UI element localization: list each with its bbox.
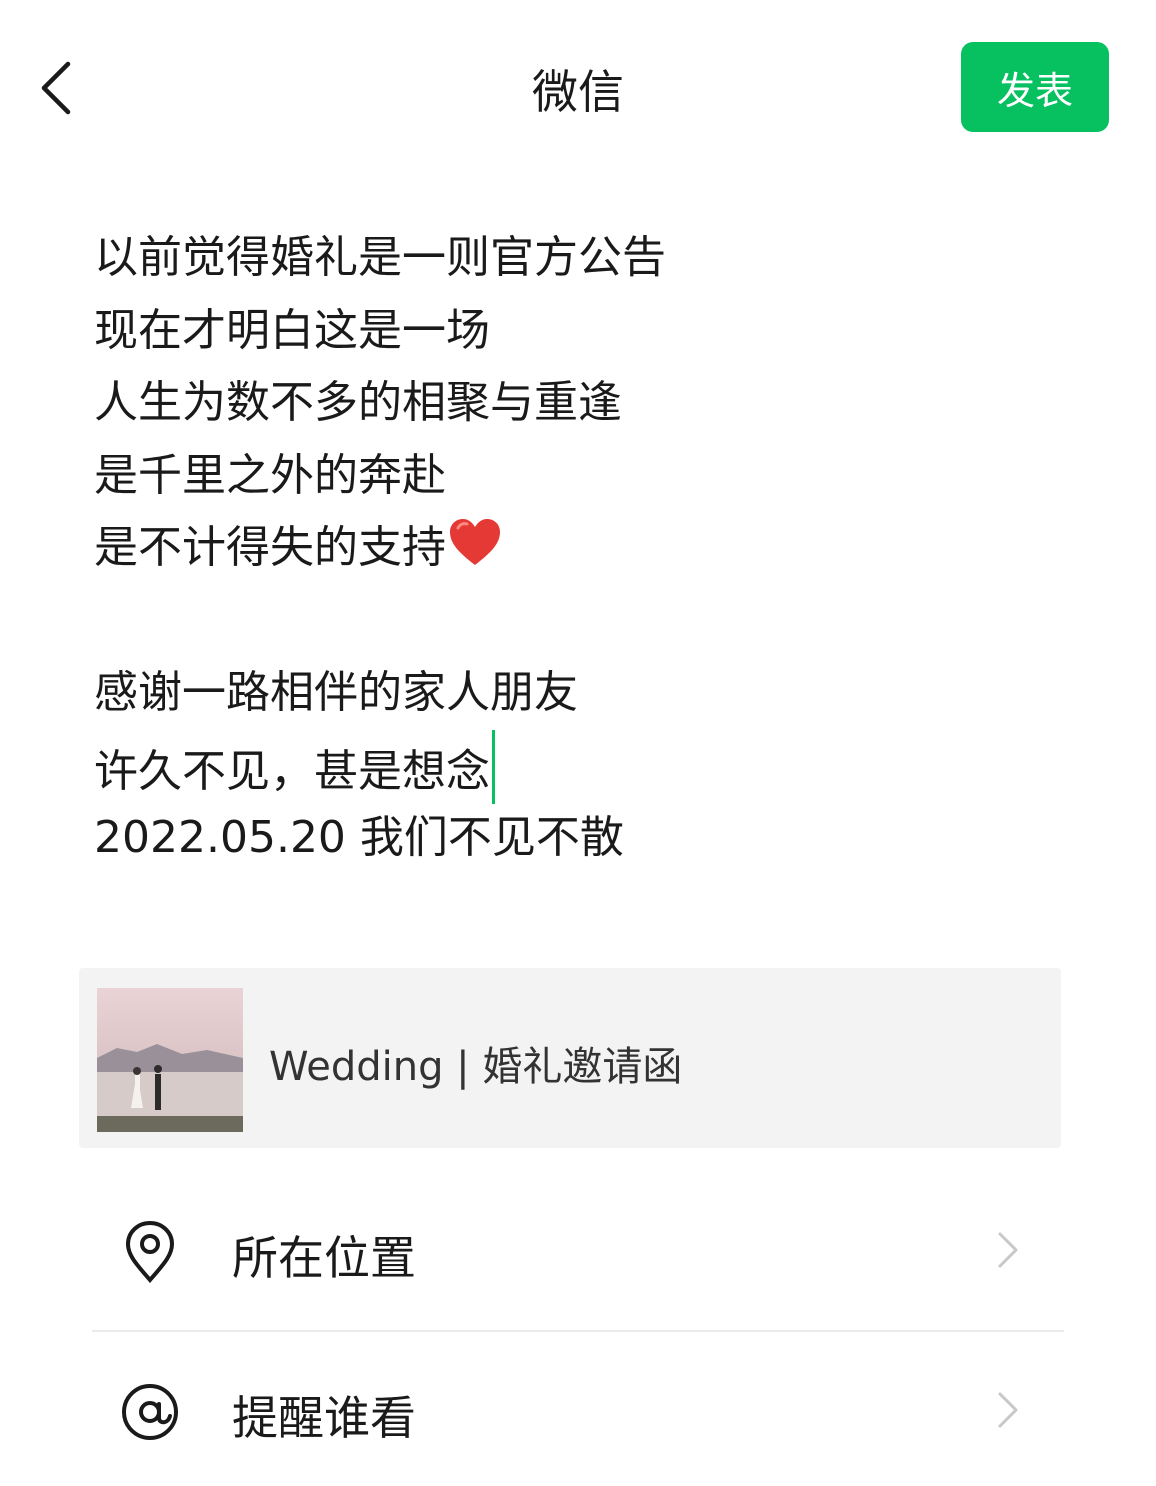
post-line: 以前觉得婚礼是一则官方公告 [94, 232, 666, 283]
post-line: 是千里之外的奔赴 [94, 449, 446, 501]
publish-button[interactable]: 发表 [961, 42, 1109, 132]
post-line: 感谢一路相伴的家人朋友 [94, 667, 578, 718]
location-row[interactable]: 所在位置 [92, 1176, 1064, 1326]
remind-who-row[interactable]: 提醒谁看 [92, 1336, 1064, 1486]
shared-link-card[interactable]: Wedding | 婚礼邀请函 [79, 968, 1061, 1148]
post-line: 2022.05.20 我们不见不散 [94, 812, 624, 863]
post-line-with-caret: 许久不见，甚是想念 [94, 729, 1074, 804]
location-pin-icon [125, 1220, 175, 1284]
link-card-title: Wedding | 婚礼邀请函 [269, 1044, 683, 1090]
top-nav-bar: 微信 发表 [0, 0, 1156, 180]
row-divider [92, 1330, 1064, 1332]
location-label: 所在位置 [232, 1231, 416, 1285]
red-heart-icon [450, 519, 500, 565]
post-line: 是不计得失的支持 [94, 522, 446, 573]
post-line: 许久不见，甚是想念 [94, 745, 490, 797]
post-line: 现在才明白这是一场 [94, 304, 490, 356]
at-sign-icon [122, 1384, 178, 1440]
post-line: 人生为数不多的相聚与重逢 [94, 377, 622, 428]
remind-label: 提醒谁看 [232, 1391, 416, 1445]
wedding-thumbnail-image [97, 988, 243, 1132]
post-line-with-heart: 是不计得失的支持 [94, 512, 1074, 585]
chevron-right-icon [998, 1392, 1018, 1428]
chevron-right-icon [998, 1232, 1018, 1268]
text-cursor [492, 729, 495, 804]
post-text-editor[interactable]: 以前觉得婚礼是一则官方公告 现在才明白这是一场 人生为数不多的相聚与重逢 是千里… [94, 222, 1074, 875]
